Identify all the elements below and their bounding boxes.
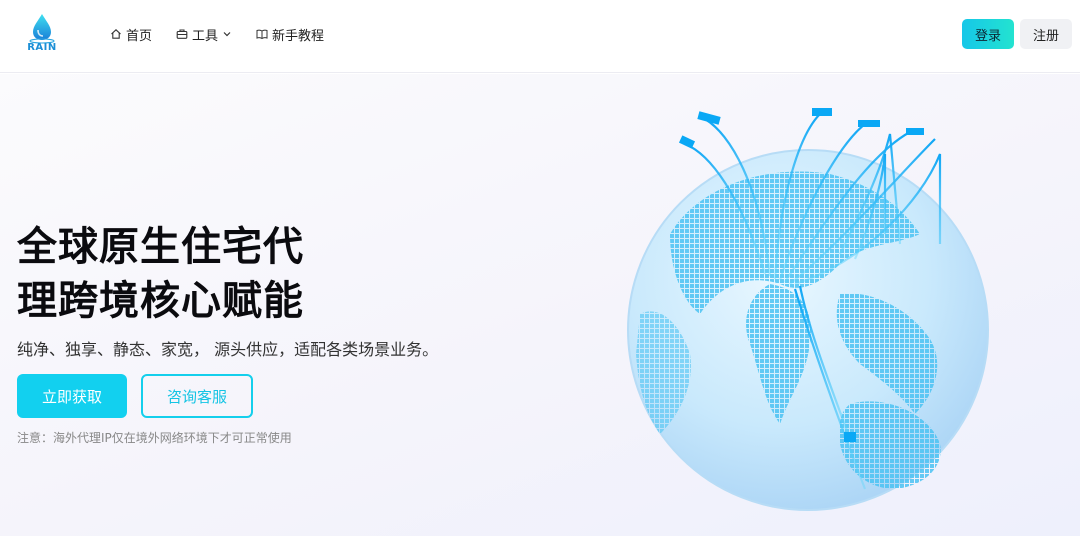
nav-item-home[interactable]: 首页 <box>110 24 152 44</box>
login-button[interactable]: 登录 <box>962 19 1014 49</box>
book-icon <box>256 29 268 40</box>
nav-label-home: 首页 <box>126 28 153 44</box>
hero-title-line2: 理跨境核心赋能 <box>17 278 304 324</box>
logo[interactable]: RAIN <box>24 12 60 56</box>
nav-label-tools: 工具 <box>192 28 219 44</box>
home-icon <box>111 29 121 39</box>
hero-title-line1: 全球原生住宅代 <box>17 224 304 270</box>
logo-text: RAIN <box>27 42 57 53</box>
hero-subtitle: 纯净、独享、静态、家宽， 源头供应，适配各类场景业务。 <box>17 340 439 359</box>
raindrop-logo-icon <box>29 14 55 44</box>
register-button[interactable]: 注册 <box>1020 19 1072 49</box>
toolbox-icon <box>176 29 188 39</box>
chevron-down-icon <box>223 32 231 37</box>
contact-support-button[interactable]: 咨询客服 <box>141 374 253 418</box>
hero-title: 全球原生住宅代 理跨境核心赋能 <box>17 220 377 328</box>
get-now-button[interactable]: 立即获取 <box>17 374 127 418</box>
nav-item-tools[interactable]: 工具 <box>176 24 232 44</box>
hero-note: 注意：海外代理IP仅在境外网络环境下才可正常使用 <box>17 431 292 445</box>
globe-illustration <box>627 108 989 511</box>
nav-item-tutorial[interactable]: 新手教程 <box>256 24 324 44</box>
main-nav: 首页 工具 新手教程 <box>110 24 324 44</box>
hero-section: 全球原生住宅代 理跨境核心赋能 纯净、独享、静态、家宽， 源头供应，适配各类场景… <box>0 74 1080 536</box>
top-navbar: RAIN 首页 工具 新手教程 登录 注册 <box>0 0 1080 73</box>
nav-label-tutorial: 新手教程 <box>272 28 325 44</box>
